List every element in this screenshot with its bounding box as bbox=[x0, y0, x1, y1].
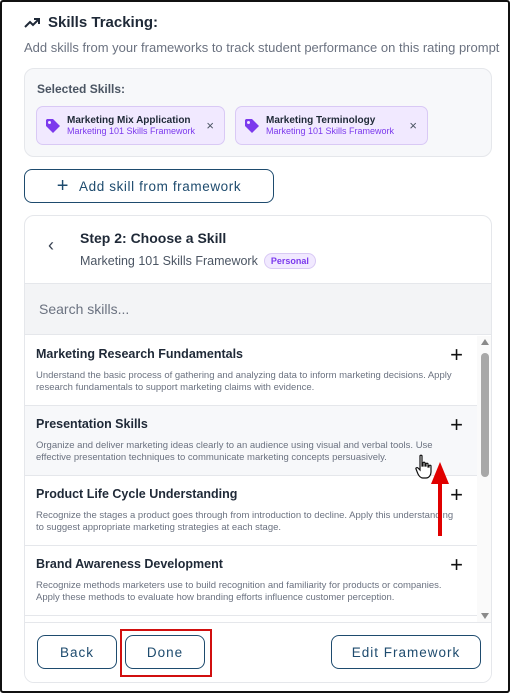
add-skill-icon[interactable]: + bbox=[450, 344, 463, 366]
choose-skill-panel: ‹ Step 2: Choose a Skill Marketing 101 S… bbox=[24, 215, 492, 683]
skill-list-item[interactable]: Product Life Cycle Understanding Recogni… bbox=[25, 476, 477, 546]
framework-name: Marketing 101 Skills Framework bbox=[80, 254, 258, 268]
selected-skills-label: Selected Skills: bbox=[37, 82, 126, 96]
step-title: Step 2: Choose a Skill bbox=[80, 230, 227, 246]
add-skill-from-framework-button[interactable]: + Add skill from framework bbox=[24, 169, 274, 203]
skill-title: Brand Awareness Development bbox=[36, 557, 223, 571]
chip-framework-name: Marketing 101 Skills Framework bbox=[266, 125, 395, 136]
tag-icon bbox=[46, 118, 60, 133]
skills-scrollbar[interactable] bbox=[477, 336, 491, 622]
chip-skill-name: Marketing Terminology bbox=[266, 114, 376, 126]
back-button[interactable]: Back bbox=[37, 635, 117, 669]
skill-description: Recognize methods marketers use to build… bbox=[36, 580, 442, 603]
skill-title: Presentation Skills bbox=[36, 417, 148, 431]
framework-line: Marketing 101 Skills Framework Personal bbox=[80, 253, 316, 269]
section-title: Skills Tracking: bbox=[48, 14, 159, 31]
skills-tracking-panel: Skills Tracking: Add skills from your fr… bbox=[0, 0, 510, 693]
section-subtitle: Add skills from your frameworks to track… bbox=[24, 40, 500, 55]
selected-skills-box: Selected Skills: Marketing Mix Applicati… bbox=[24, 68, 492, 157]
personal-badge: Personal bbox=[263, 253, 316, 269]
tag-icon bbox=[245, 118, 259, 133]
search-bar bbox=[25, 283, 491, 335]
chip-framework-name: Marketing 101 Skills Framework bbox=[67, 125, 196, 136]
skill-description: Understand the basic process of gatherin… bbox=[36, 370, 452, 393]
skill-chip: Marketing Terminology Marketing 101 Skil… bbox=[235, 106, 428, 145]
skill-title: Marketing Research Fundamentals bbox=[36, 347, 244, 361]
trending-up-icon bbox=[24, 17, 40, 29]
chip-skill-name: Marketing Mix Application bbox=[67, 114, 191, 126]
add-skill-icon[interactable]: + bbox=[450, 554, 463, 576]
edit-framework-button[interactable]: Edit Framework bbox=[331, 635, 481, 669]
scroll-thumb[interactable] bbox=[481, 353, 489, 477]
hand-cursor-icon bbox=[415, 454, 432, 479]
skill-description: Organize and deliver marketing ideas cle… bbox=[36, 440, 433, 463]
add-skill-icon[interactable]: + bbox=[450, 484, 463, 506]
skill-list-item[interactable]: Marketing Research Fundamentals Understa… bbox=[25, 336, 477, 406]
panel-footer: Back Done Edit Framework bbox=[25, 622, 491, 682]
done-highlight-box bbox=[120, 629, 212, 677]
add-skill-icon[interactable]: + bbox=[450, 414, 463, 436]
skills-list: Marketing Research Fundamentals Understa… bbox=[25, 336, 477, 622]
skill-chip: Marketing Mix Application Marketing 101 … bbox=[36, 106, 225, 145]
skill-title: Product Life Cycle Understanding bbox=[36, 487, 238, 501]
scroll-up-icon[interactable] bbox=[481, 339, 489, 345]
section-header: Skills Tracking: bbox=[24, 14, 158, 31]
plus-icon: + bbox=[56, 175, 70, 197]
remove-chip-icon[interactable]: × bbox=[206, 118, 214, 133]
skill-list-item[interactable]: Presentation Skills Organize and deliver… bbox=[25, 406, 477, 476]
add-skill-label: Add skill from framework bbox=[79, 178, 242, 194]
search-skills-input[interactable] bbox=[39, 301, 479, 317]
remove-chip-icon[interactable]: × bbox=[409, 118, 417, 133]
skill-description: Recognize the stages a product goes thro… bbox=[36, 510, 454, 533]
scroll-down-icon[interactable] bbox=[481, 613, 489, 619]
chevron-left-icon[interactable]: ‹ bbox=[48, 235, 54, 256]
skill-list-item[interactable]: Brand Awareness Development Recognize me… bbox=[25, 546, 477, 616]
